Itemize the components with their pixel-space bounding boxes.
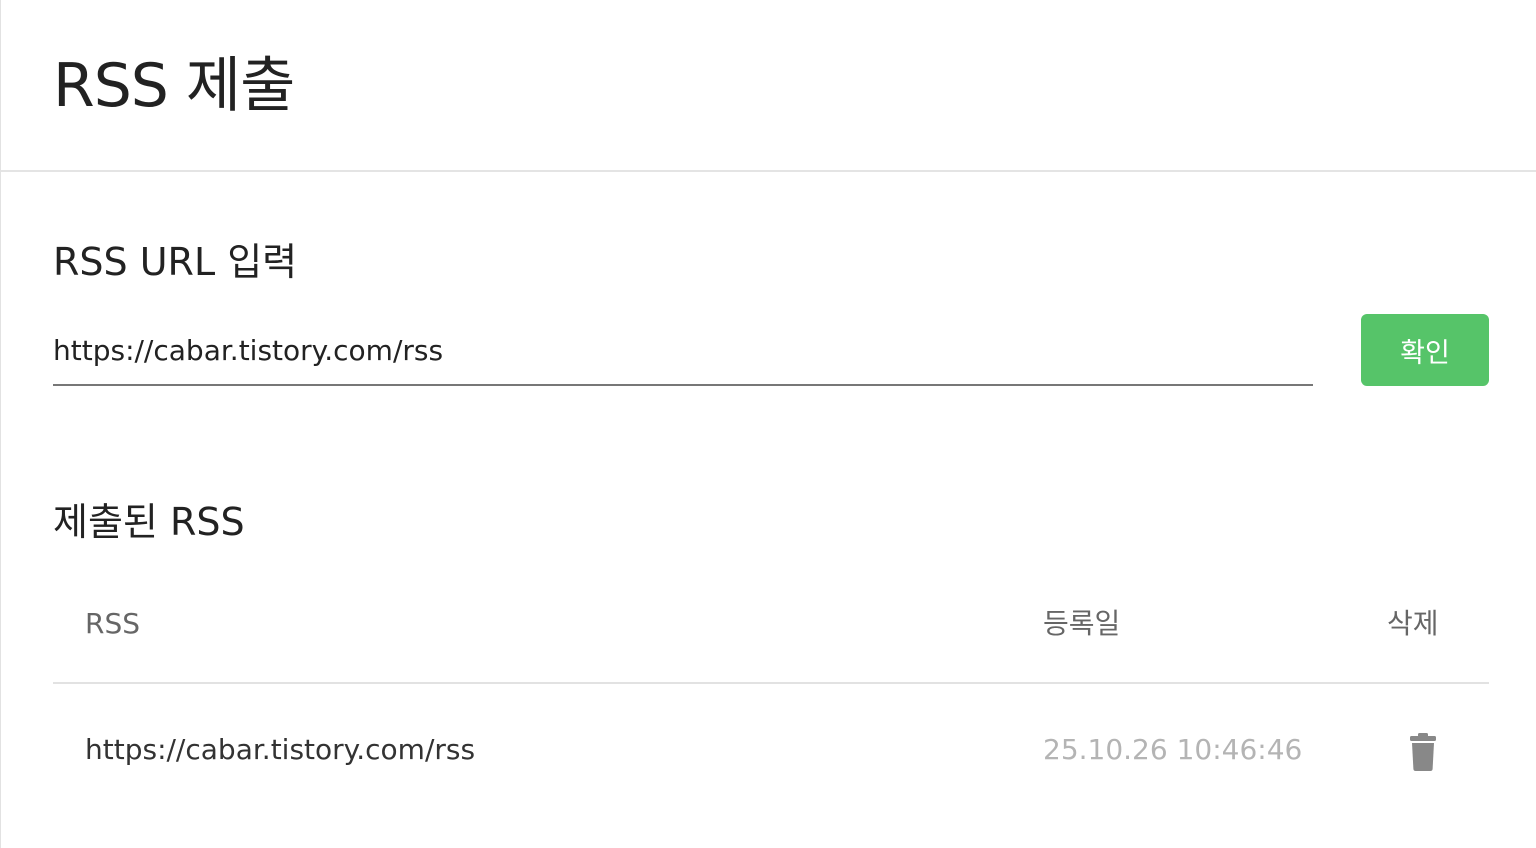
rss-table-header: RSS 등록일 삭제 (53, 572, 1489, 684)
rss-submit-page: RSS 제출 RSS URL 입력 확인 제출된 RSS RSS 등록일 삭제 … (0, 0, 1536, 848)
registered-date-cell: 25.10.26 10:46:46 (1043, 733, 1303, 766)
page-header: RSS 제출 (1, 0, 1536, 172)
confirm-button[interactable]: 확인 (1361, 314, 1489, 386)
rss-url-section-title: RSS URL 입력 (53, 240, 298, 284)
table-row: https://cabar.tistory.com/rss 25.10.26 1… (53, 684, 1489, 816)
rss-url-input[interactable] (53, 316, 1313, 386)
delete-rss-button[interactable] (1407, 732, 1439, 772)
column-header-registered-date: 등록일 (1043, 607, 1121, 640)
page-title: RSS 제출 (53, 51, 295, 121)
trash-icon (1410, 733, 1436, 771)
submitted-rss-section-title: 제출된 RSS (53, 500, 245, 544)
rss-url-cell: https://cabar.tistory.com/rss (85, 733, 476, 766)
column-header-rss: RSS (85, 607, 141, 640)
column-header-delete: 삭제 (1387, 607, 1439, 640)
